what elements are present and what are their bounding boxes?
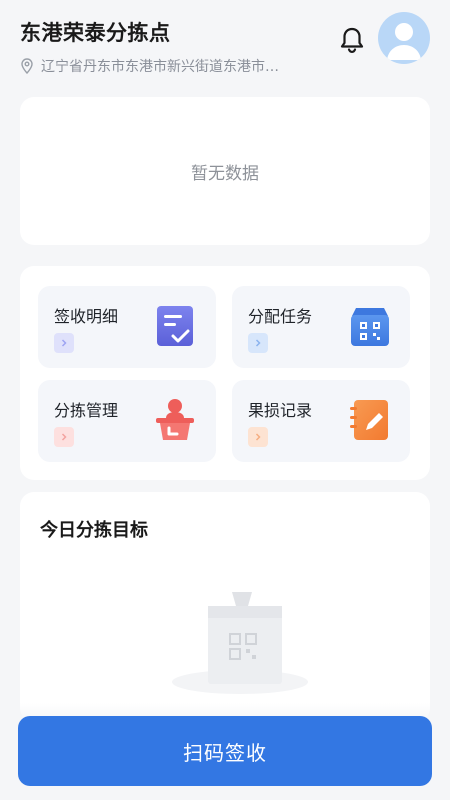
sorting-manage-icon (156, 399, 194, 440)
chevron-right-icon (54, 333, 74, 353)
address-text: 辽宁省丹东市东港市新兴街道东港市… (41, 59, 279, 75)
menu-item-fruit-damage-record[interactable]: 果损记录 (232, 380, 410, 462)
page-title: 东港荣泰分拣点 (20, 21, 171, 45)
fruit-damage-record-icon (350, 400, 388, 440)
empty-data-text: 暂无数据 (191, 164, 259, 184)
location-address[interactable]: 辽宁省丹东市东港市新兴街道东港市… (20, 56, 330, 76)
user-avatar-icon (387, 23, 421, 60)
menu-item-label: 果损记录 (248, 401, 313, 420)
menu-item-sorting-manage[interactable]: 分拣管理 (38, 380, 216, 462)
header: 东港荣泰分拣点 辽宁省丹东市东港市新兴街道东港市… (0, 0, 450, 90)
chevron-right-icon (248, 427, 268, 447)
menu-item-sign-details[interactable]: 签收明细 (38, 286, 216, 368)
bell-icon[interactable] (339, 26, 365, 54)
location-pin-icon (21, 58, 33, 74)
section-title: 今日分拣目标 (40, 520, 148, 541)
sign-receipt-icon (157, 306, 193, 346)
menu-item-label: 分配任务 (248, 307, 313, 326)
assign-task-icon (351, 308, 389, 346)
app-screen: 东港荣泰分拣点 辽宁省丹东市东港市新兴街道东港市… 暂无数据 签收明细 分配任务… (0, 0, 450, 800)
daily-target-card: 今日分拣目标 (20, 492, 430, 722)
menu-item-assign-task[interactable]: 分配任务 (232, 286, 410, 368)
function-menu: 签收明细 分配任务 分拣管理 果损记录 (20, 266, 430, 480)
scan-sign-button[interactable]: 扫码签收 (18, 716, 432, 786)
chevron-right-icon (54, 427, 74, 447)
summary-card: 暂无数据 (20, 97, 430, 245)
menu-item-label: 分拣管理 (54, 401, 119, 420)
avatar[interactable] (378, 12, 430, 64)
chevron-right-icon (248, 333, 268, 353)
empty-box-qr-icon (172, 592, 308, 694)
menu-item-label: 签收明细 (54, 307, 119, 326)
